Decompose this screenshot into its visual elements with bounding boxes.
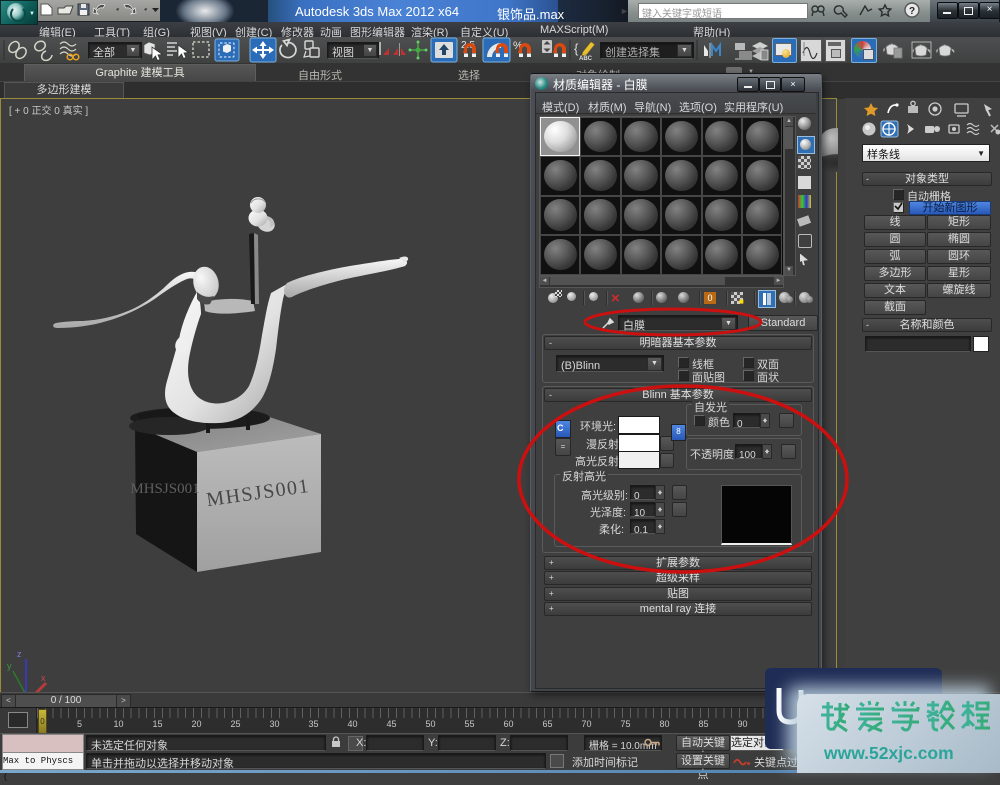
svg-text:ABC: ABC xyxy=(579,56,593,62)
svg-text:z: z xyxy=(17,649,22,659)
svg-text:?: ? xyxy=(909,6,915,17)
svg-text:MHSJS001: MHSJS001 xyxy=(130,481,199,497)
svg-text:www.52xjc.com: www.52xjc.com xyxy=(824,743,954,763)
svg-text:x: x xyxy=(41,673,46,683)
svg-text:y: y xyxy=(7,661,12,671)
svg-text:{: { xyxy=(574,41,579,56)
